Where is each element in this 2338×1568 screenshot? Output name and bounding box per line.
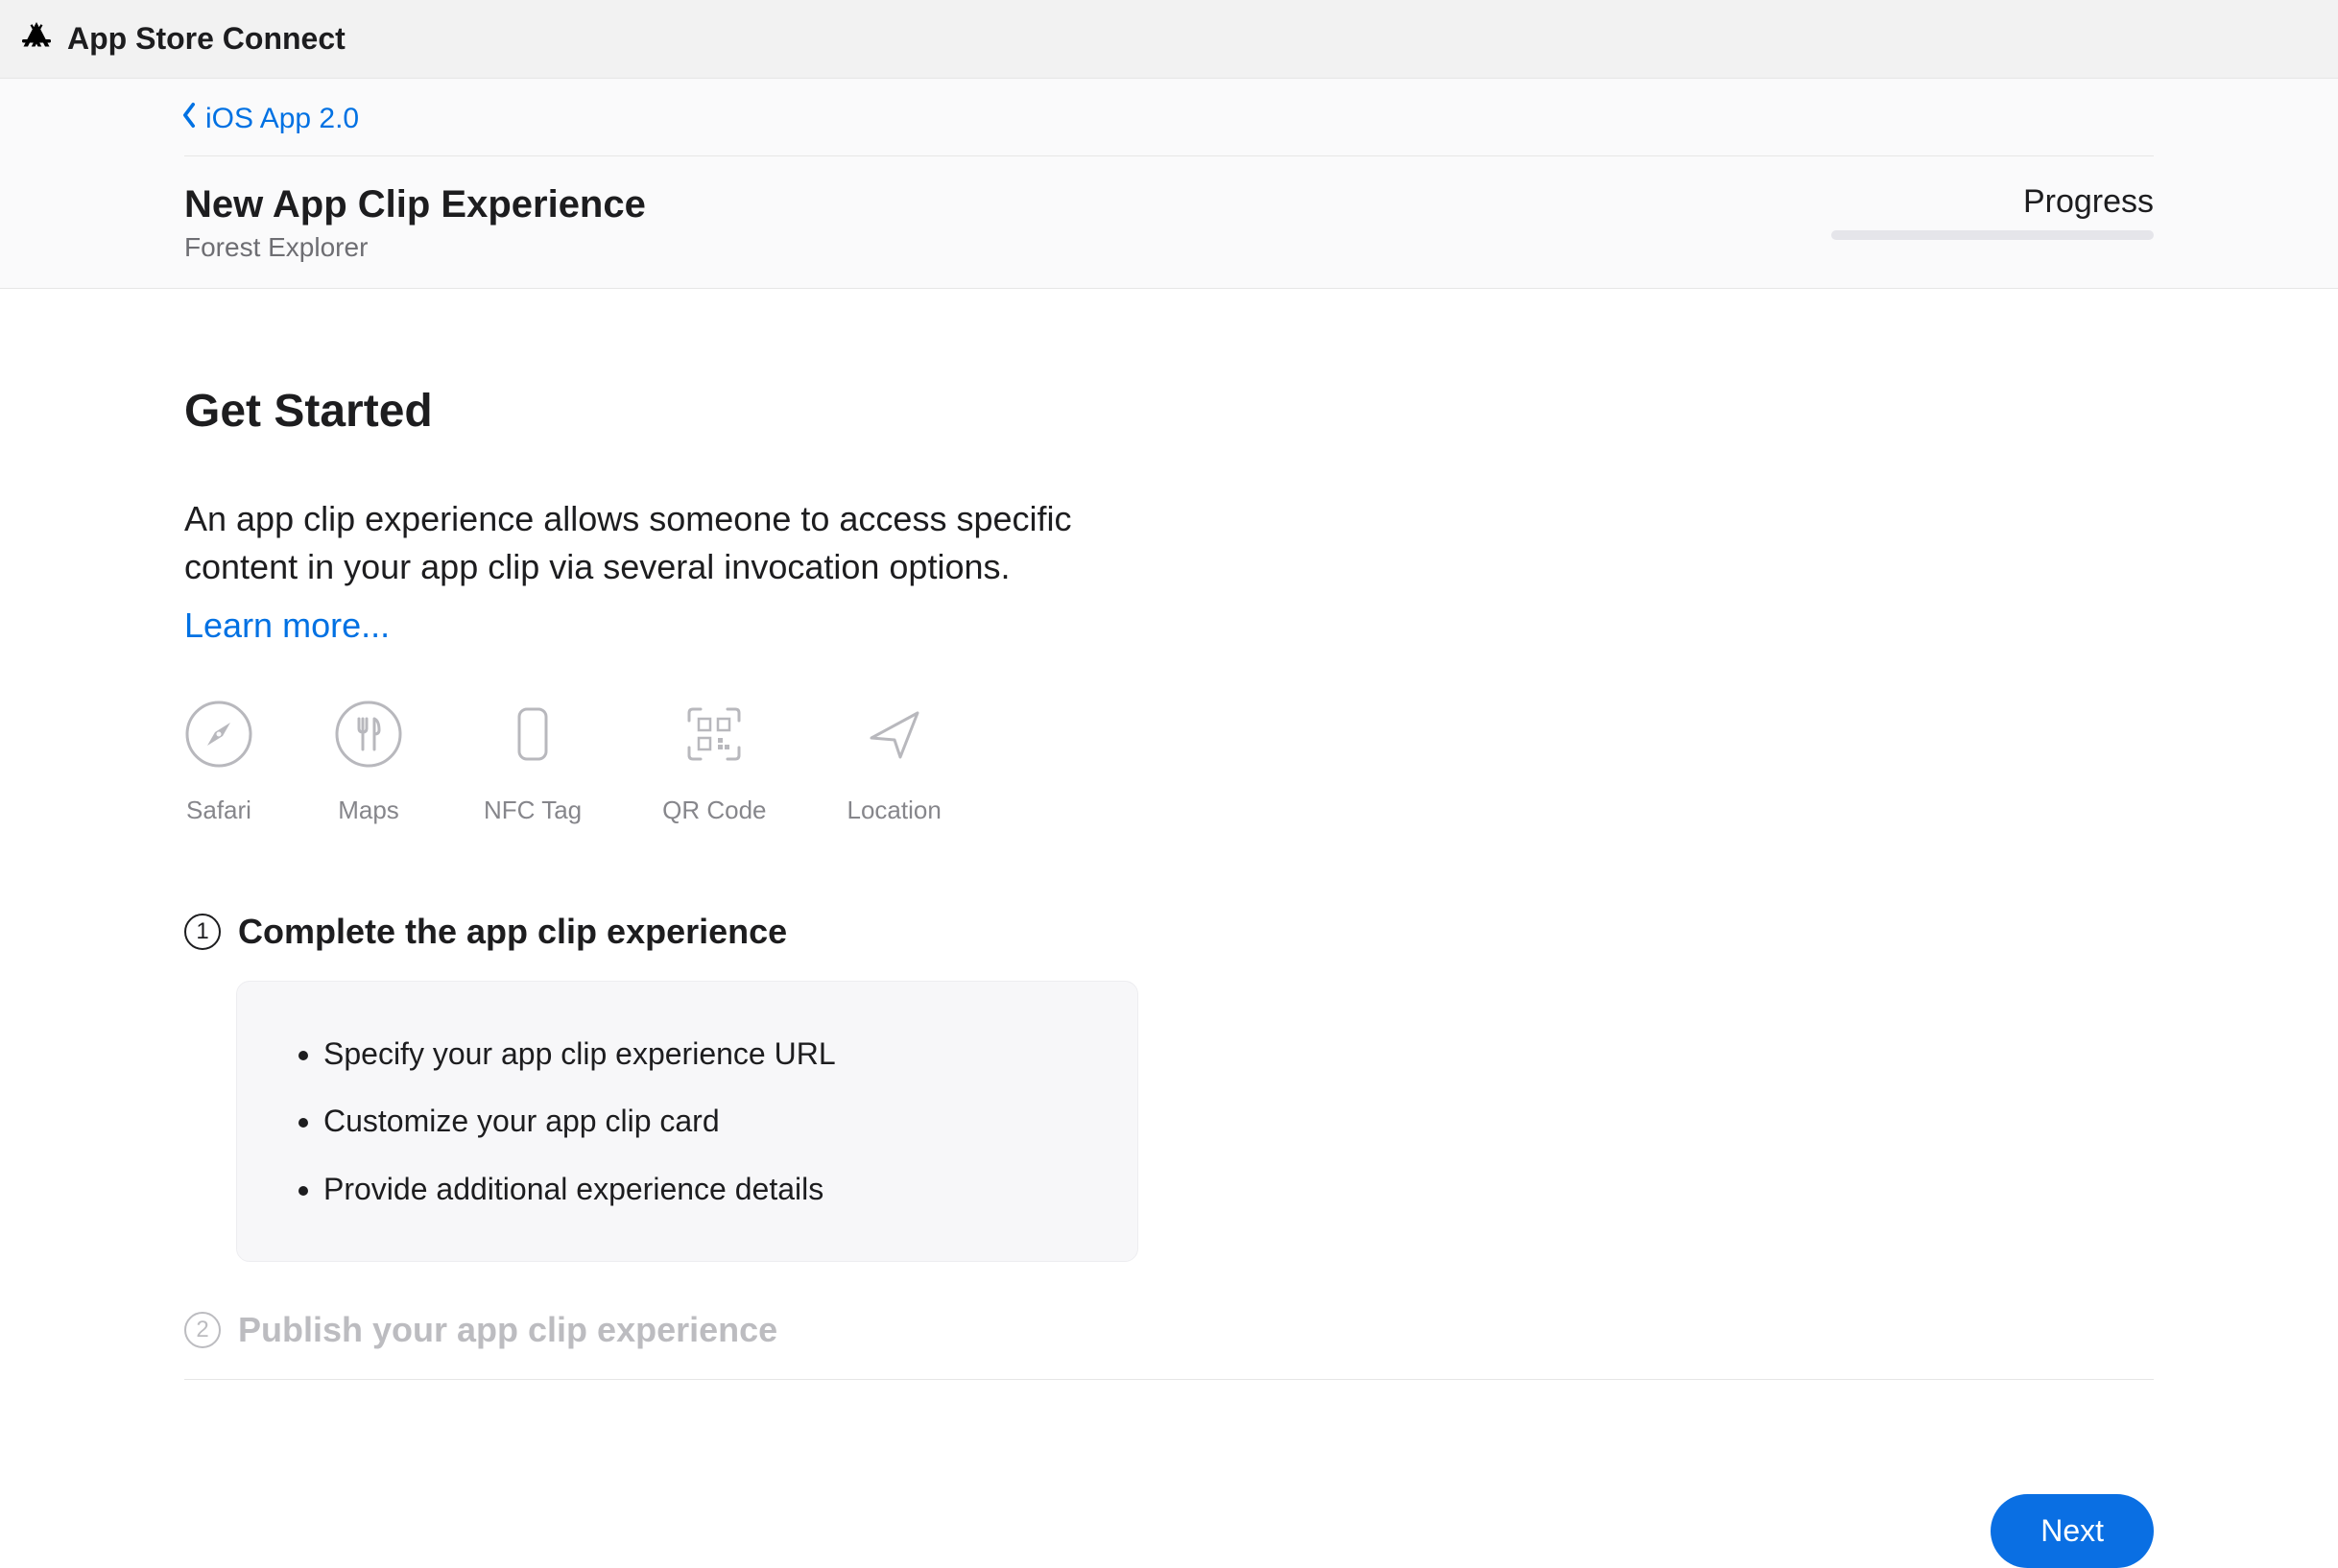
main-content: Get Started An app clip experience allow… — [184, 289, 2154, 1405]
chevron-left-icon — [179, 102, 200, 136]
task-item: Provide additional experience details — [323, 1155, 1084, 1223]
progress-label: Progress — [1831, 183, 2154, 221]
invocation-label: NFC Tag — [484, 796, 582, 825]
invocation-location: Location — [847, 700, 942, 825]
navigation-arrow-icon — [860, 700, 929, 769]
step-1-header: 1 Complete the app clip experience — [184, 912, 2154, 952]
breadcrumb-label: iOS App 2.0 — [205, 103, 359, 135]
phone-nfc-icon — [498, 700, 567, 769]
invocation-label: Safari — [186, 796, 251, 825]
divider — [184, 1379, 2154, 1380]
invocation-row: Safari Maps NFC Tag — [184, 700, 2154, 825]
progress-bar — [1831, 230, 2154, 240]
app-store-connect-logo-icon — [19, 19, 54, 59]
fork-knife-icon — [334, 700, 403, 769]
learn-more-link[interactable]: Learn more... — [184, 606, 390, 646]
invocation-label: Maps — [338, 796, 399, 825]
invocation-label: Location — [847, 796, 942, 825]
task-item: Specify your app clip experience URL — [323, 1020, 1084, 1087]
step-number-icon: 2 — [184, 1312, 221, 1348]
task-item: Customize your app clip card — [323, 1087, 1084, 1154]
step-2-title: Publish your app clip experience — [238, 1310, 777, 1350]
invocation-qr: QR Code — [662, 700, 766, 825]
compass-icon — [184, 700, 253, 769]
invocation-safari: Safari — [184, 700, 253, 825]
section-heading: Get Started — [184, 385, 2154, 438]
step-number-icon: 1 — [184, 914, 221, 950]
breadcrumb-back[interactable]: iOS App 2.0 — [179, 102, 359, 155]
topbar: App Store Connect — [0, 0, 2338, 79]
step-1-title: Complete the app clip experience — [238, 912, 787, 952]
divider — [184, 155, 2154, 156]
step-1-task-box: Specify your app clip experience URL Cus… — [236, 981, 1138, 1262]
invocation-maps: Maps — [334, 700, 403, 825]
page-header: iOS App 2.0 New App Clip Experience Fore… — [0, 79, 2338, 289]
page-title: New App Clip Experience — [184, 183, 646, 226]
next-button[interactable]: Next — [1991, 1494, 2154, 1568]
page-subtitle: Forest Explorer — [184, 232, 646, 263]
invocation-label: QR Code — [662, 796, 766, 825]
step-2-header: 2 Publish your app clip experience — [184, 1310, 2154, 1350]
invocation-nfc: NFC Tag — [484, 700, 582, 825]
qr-code-icon — [680, 700, 749, 769]
intro-text: An app clip experience allows someone to… — [184, 495, 1106, 592]
footer-actions: Next — [184, 1405, 2154, 1453]
topbar-title: App Store Connect — [67, 21, 346, 57]
